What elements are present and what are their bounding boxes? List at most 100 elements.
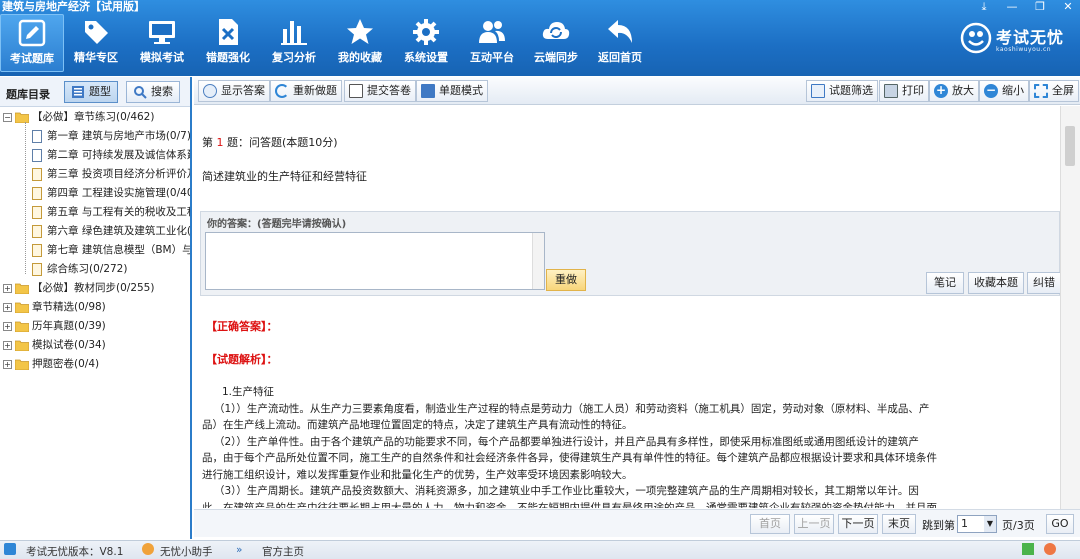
print-label: 打印 [902, 84, 924, 97]
prev-page-button[interactable]: 上一页 [794, 514, 834, 534]
chevron-down-icon[interactable]: ▼ [984, 516, 996, 532]
expand-icon[interactable]: + [3, 341, 12, 350]
tool-review-analysis[interactable]: 复习分析 [262, 14, 326, 72]
tab-search[interactable]: 搜索 [126, 81, 180, 103]
redo-all-button[interactable]: 重新做题 [270, 80, 342, 102]
tree-label: 章节精选(0/98) [32, 301, 106, 313]
tree-item[interactable]: 第七章 建筑信息模型（BM）与新 [0, 241, 190, 260]
first-page-button[interactable]: 首页 [750, 514, 790, 534]
tree-folder[interactable]: + 章节精选(0/98) [0, 298, 190, 317]
submit-label: 提交答卷 [367, 84, 411, 97]
content-scrollbar[interactable] [1060, 106, 1080, 510]
answer-panel: 你的答案：(答题完毕请按确认) 重做 笔记 收藏本题 纠错 [200, 211, 1061, 296]
zoom-out-button[interactable]: − 缩小 [979, 80, 1029, 102]
tree-item[interactable]: 第五章 与工程有关的税收及工程 [0, 203, 190, 222]
tool-favorites[interactable]: 我的收藏 [328, 14, 392, 72]
refresh-icon [275, 84, 289, 98]
tool-home[interactable]: 返回首页 [588, 14, 652, 72]
analysis-line: （2））生产单件性。由于各个建筑产品的功能要求不同，每个产品都要单独进行设计，并… [214, 435, 919, 448]
close-button[interactable]: ✕ [1062, 0, 1074, 14]
favorite-button[interactable]: 收藏本题 [968, 272, 1024, 294]
doc-icon [32, 149, 42, 162]
submit-button[interactable]: 提交答卷 [344, 80, 416, 102]
bar-chart-icon [281, 21, 307, 45]
tree-label: 第二章 可持续发展及诚信体系建设 [47, 149, 190, 161]
tool-settings[interactable]: 系统设置 [394, 14, 458, 72]
tool-label: 复习分析 [272, 51, 316, 64]
tree-item[interactable]: 第四章 工程建设实施管理(0/40 [0, 184, 190, 203]
tree-folder[interactable]: + 历年真题(0/39) [0, 317, 190, 336]
tool-label: 系统设置 [404, 51, 448, 64]
tree-folder[interactable]: − 【必做】章节练习(0/462) [0, 108, 190, 127]
analysis-line: 此，在建筑产品的生产中往往要长期占用大量的人力、物力和资金，不能在短期内提供具有… [202, 501, 937, 509]
zoom-in-button[interactable]: + 放大 [929, 80, 979, 102]
tree-item[interactable]: 第二章 可持续发展及诚信体系建设 [0, 146, 190, 165]
assistant-icon [142, 543, 154, 555]
minimize-button[interactable]: — [1006, 0, 1018, 14]
assistant-link[interactable]: 无忧小助手 [160, 544, 213, 559]
filter-label: 试题筛选 [829, 84, 873, 97]
tool-exam-bank[interactable]: 考试题库 [0, 14, 64, 72]
zoom-out-icon: − [984, 83, 998, 98]
next-page-button[interactable]: 下一页 [838, 514, 878, 534]
answer-scrollbar[interactable] [532, 233, 544, 289]
tag-icon [85, 21, 108, 44]
tree-item[interactable]: 第六章 绿色建筑及建筑工业化( [0, 222, 190, 241]
redo-button[interactable]: 重做 [546, 269, 586, 291]
filter-icon [811, 84, 825, 98]
main-toolbar: 建筑与房地产经济【试用版】 ⤓ — ❐ ✕ 考试题库 精华专区 模拟考试 错题强… [0, 0, 1080, 76]
zoom-out-label: 缩小 [1002, 84, 1024, 97]
tree-label: 第一章 建筑与房地产市场(0/7) [47, 130, 190, 142]
filter-button[interactable]: 试题筛选 [806, 80, 878, 102]
expand-icon[interactable]: + [3, 284, 12, 293]
sidebar-header: 题库目录 题型 搜索 [0, 77, 190, 107]
collapse-icon[interactable]: − [3, 113, 12, 122]
status-bar: 考试无忧版本：V8.1 无忧小助手 » 官方主页 [0, 540, 1080, 559]
folder-icon [15, 340, 29, 351]
tree-label: 【必做】教材同步(0/255) [32, 282, 155, 294]
show-answer-button[interactable]: 显示答案 [198, 80, 270, 102]
question-panel: 第 1 题：问答题(本题10分) 简述建筑业的生产特征和经营特征 [194, 106, 1060, 202]
tool-highlights[interactable]: 精华专区 [64, 14, 128, 72]
report-error-button[interactable]: 纠错 [1027, 272, 1061, 294]
tree-label: 第五章 与工程有关的税收及工程 [47, 206, 190, 218]
tool-cloud-sync[interactable]: 云端同步 [524, 14, 588, 72]
tray-icon [1044, 543, 1056, 555]
back-arrow-icon [608, 20, 632, 43]
tab-topic-type[interactable]: 题型 [64, 81, 118, 103]
window-controls: ⤓ — ❐ ✕ [978, 0, 1074, 14]
tree-folder[interactable]: + 模拟试卷(0/34) [0, 336, 190, 355]
tree-folder[interactable]: + 【必做】教材同步(0/255) [0, 279, 190, 298]
tree-folder[interactable]: + 押题密卷(0/4) [0, 355, 190, 374]
download-icon[interactable]: ⤓ [978, 0, 990, 14]
last-page-button[interactable]: 末页 [882, 514, 916, 534]
tool-wrong-questions[interactable]: 错题强化 [196, 14, 260, 72]
expand-icon[interactable]: + [3, 322, 12, 331]
restore-button[interactable]: ❐ [1034, 0, 1046, 14]
note-button[interactable]: 笔记 [926, 272, 964, 294]
window-title: 建筑与房地产经济【试用版】 [2, 0, 145, 13]
expand-icon[interactable]: + [3, 303, 12, 312]
expand-icon[interactable]: + [3, 360, 12, 369]
note-doc-icon [32, 187, 42, 200]
tool-mock-exam[interactable]: 模拟考试 [130, 14, 194, 72]
scrollbar-thumb[interactable] [1065, 126, 1075, 166]
go-button[interactable]: GO [1046, 514, 1074, 534]
tool-label: 精华专区 [74, 51, 118, 64]
print-button[interactable]: 打印 [879, 80, 929, 102]
answer-input[interactable] [205, 232, 545, 290]
fullscreen-button[interactable]: 全屏 [1029, 80, 1079, 102]
tree-item[interactable]: 第一章 建筑与房地产市场(0/7) [0, 127, 190, 146]
tab-search-label: 搜索 [151, 85, 173, 98]
sidebar: 题库目录 题型 搜索 − 【必做】章节练习(0/462) 第一章 建筑与房地产市场(… [0, 77, 192, 539]
tree-item[interactable]: 综合练习(0/272) [0, 260, 190, 279]
fullscreen-icon [1034, 84, 1048, 98]
single-mode-button[interactable]: 单题模式 [416, 80, 488, 102]
content-toolbar: 显示答案 重新做题 提交答卷 单题模式 试题筛选 打印 + 放大 − 缩小 全屏 [194, 77, 1080, 105]
note-doc-icon [32, 168, 42, 181]
tool-interactive[interactable]: 互动平台 [460, 14, 524, 72]
folder-icon [15, 321, 29, 332]
users-icon [479, 21, 505, 43]
tree-item[interactable]: 第三章 投资项目经济分析评价及 [0, 165, 190, 184]
official-site-link[interactable]: 官方主页 [262, 544, 304, 559]
